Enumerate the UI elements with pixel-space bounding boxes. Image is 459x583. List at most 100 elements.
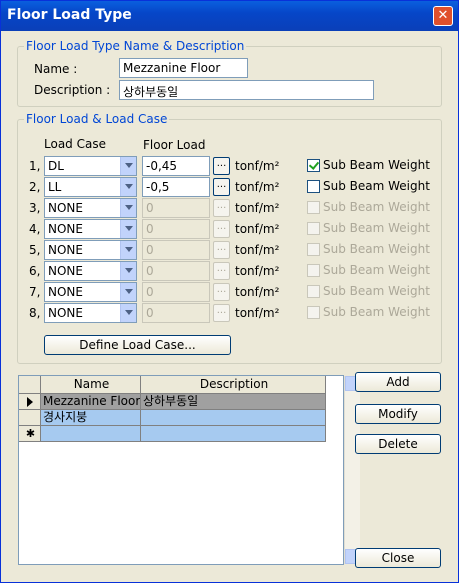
- new-row-marker[interactable]: ✱: [19, 426, 41, 442]
- ellipsis-button[interactable]: ...: [213, 178, 230, 196]
- unit-label: tonf/m²: [235, 180, 280, 194]
- sub-beam-checkbox[interactable]: [307, 180, 320, 193]
- sub-beam-checkbox[interactable]: [307, 264, 320, 277]
- floor-load-legend: Floor Load & Load Case: [24, 112, 170, 126]
- row-number: 4,: [29, 222, 41, 236]
- chevron-down-icon[interactable]: [120, 241, 136, 259]
- row-number: 2,: [29, 180, 41, 194]
- sub-beam-label: Sub Beam Weight: [323, 284, 430, 298]
- sub-beam-label: Sub Beam Weight: [323, 221, 430, 235]
- sub-beam-label: Sub Beam Weight: [323, 158, 430, 172]
- new-row-name-cell[interactable]: [41, 426, 141, 442]
- sub-beam-label: Sub Beam Weight: [323, 242, 430, 256]
- chevron-down-icon[interactable]: [120, 283, 136, 301]
- sub-beam-label: Sub Beam Weight: [323, 200, 430, 214]
- load-case-value: DL: [48, 159, 64, 173]
- floor-load-table: Name Description Mezzanine Floor 상하부동일 경사지…: [18, 375, 360, 565]
- load-case-value: NONE: [48, 243, 83, 257]
- row-number: 1,: [29, 159, 41, 173]
- row-selector[interactable]: [19, 394, 41, 410]
- name-field[interactable]: Mezzanine Floor: [119, 58, 248, 78]
- row-number: 6,: [29, 264, 41, 278]
- load-case-value: NONE: [48, 201, 83, 215]
- define-load-case-button[interactable]: Define Load Case...: [44, 335, 231, 355]
- load-case-value: NONE: [48, 264, 83, 278]
- unit-label: tonf/m²: [235, 306, 280, 320]
- delete-button[interactable]: Delete: [355, 434, 441, 454]
- floor-load-field[interactable]: 0: [142, 219, 210, 239]
- chevron-down-icon[interactable]: [120, 304, 136, 322]
- sub-beam-checkbox[interactable]: [307, 201, 320, 214]
- floor-load-field[interactable]: -0,45: [142, 156, 210, 176]
- row-number: 8,: [29, 306, 41, 320]
- close-icon[interactable]: ✕: [433, 6, 453, 26]
- sub-beam-checkbox[interactable]: [307, 285, 320, 298]
- load-case-value: NONE: [48, 285, 83, 299]
- load-case-select[interactable]: NONE: [44, 198, 137, 218]
- load-case-header: Load Case: [44, 137, 106, 151]
- name-label: Name :: [34, 62, 78, 76]
- load-case-select[interactable]: NONE: [44, 240, 137, 260]
- ellipsis-button[interactable]: ...: [213, 241, 230, 259]
- floor-load-field[interactable]: 0: [142, 261, 210, 281]
- floor-load-field[interactable]: 0: [142, 240, 210, 260]
- ellipsis-button[interactable]: ...: [213, 220, 230, 238]
- new-row-description-cell[interactable]: [141, 426, 326, 442]
- load-case-value: NONE: [48, 306, 83, 320]
- sub-beam-checkbox[interactable]: [307, 222, 320, 235]
- load-case-select[interactable]: LL: [44, 177, 137, 197]
- modify-button[interactable]: Modify: [355, 404, 441, 424]
- unit-label: tonf/m²: [235, 222, 280, 236]
- chevron-down-icon[interactable]: [120, 157, 136, 175]
- load-case-value: LL: [48, 180, 62, 194]
- sub-beam-checkbox[interactable]: [307, 159, 320, 172]
- table-cell-description[interactable]: 상하부동일: [141, 394, 326, 410]
- current-row-icon: [27, 397, 33, 407]
- load-case-value: NONE: [48, 222, 83, 236]
- chevron-down-icon[interactable]: [120, 178, 136, 196]
- table-cell-name[interactable]: Mezzanine Floor: [41, 394, 141, 410]
- ellipsis-button[interactable]: ...: [213, 283, 230, 301]
- name-description-legend: Floor Load Type Name & Description: [24, 39, 247, 53]
- row-selector[interactable]: [19, 410, 41, 426]
- description-field[interactable]: 상하부동일: [119, 80, 374, 100]
- description-label: Description :: [34, 83, 111, 97]
- sub-beam-label: Sub Beam Weight: [323, 305, 430, 319]
- floor-load-type-dialog: Floor Load Type ✕ Floor Load Type Name &…: [0, 0, 459, 583]
- name-column-header[interactable]: Name: [41, 376, 141, 394]
- sub-beam-checkbox[interactable]: [307, 306, 320, 319]
- chevron-down-icon[interactable]: [120, 199, 136, 217]
- row-number: 5,: [29, 243, 41, 257]
- table-cell-name[interactable]: 경사지붕: [41, 410, 141, 426]
- unit-label: tonf/m²: [235, 201, 280, 215]
- window-title: Floor Load Type: [7, 7, 132, 23]
- load-case-select[interactable]: NONE: [44, 261, 137, 281]
- load-case-select[interactable]: NONE: [44, 303, 137, 323]
- close-button[interactable]: Close: [355, 548, 441, 568]
- floor-load-field[interactable]: 0: [142, 303, 210, 323]
- unit-label: tonf/m²: [235, 264, 280, 278]
- ellipsis-button[interactable]: ...: [213, 199, 230, 217]
- load-case-select[interactable]: NONE: [44, 219, 137, 239]
- floor-load-field[interactable]: 0: [142, 282, 210, 302]
- row-header-corner: [19, 376, 41, 394]
- floor-load-field[interactable]: 0: [142, 198, 210, 218]
- chevron-down-icon[interactable]: [120, 262, 136, 280]
- description-column-header[interactable]: Description: [141, 376, 326, 394]
- unit-label: tonf/m²: [235, 285, 280, 299]
- row-number: 7,: [29, 285, 41, 299]
- unit-label: tonf/m²: [235, 159, 280, 173]
- sub-beam-checkbox[interactable]: [307, 243, 320, 256]
- load-case-select[interactable]: DL: [44, 156, 137, 176]
- ellipsis-button[interactable]: ...: [213, 157, 230, 175]
- sub-beam-label: Sub Beam Weight: [323, 263, 430, 277]
- ellipsis-button[interactable]: ...: [213, 304, 230, 322]
- table-cell-description[interactable]: [141, 410, 326, 426]
- add-button[interactable]: Add: [355, 372, 441, 392]
- ellipsis-button[interactable]: ...: [213, 262, 230, 280]
- chevron-down-icon[interactable]: [120, 220, 136, 238]
- title-bar: Floor Load Type ✕: [1, 1, 458, 31]
- sub-beam-label: Sub Beam Weight: [323, 179, 430, 193]
- load-case-select[interactable]: NONE: [44, 282, 137, 302]
- floor-load-field[interactable]: -0,5: [142, 177, 210, 197]
